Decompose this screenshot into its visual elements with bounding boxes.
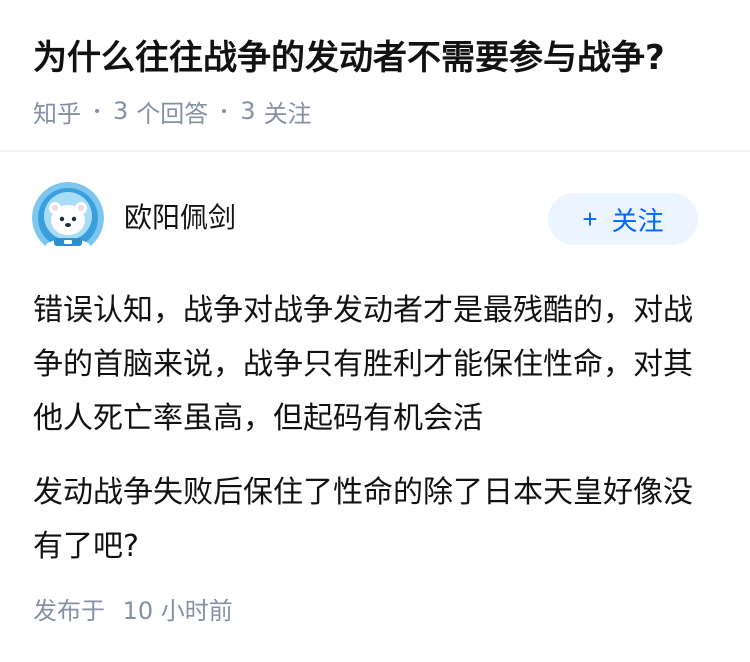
posted-label: 发布于 xyxy=(33,597,105,625)
separator-dot xyxy=(222,109,227,113)
source-label[interactable]: 知乎 xyxy=(33,94,81,129)
answers-count: 3 xyxy=(113,97,129,125)
follow-button-label: 关注 xyxy=(611,205,664,236)
author-avatar[interactable] xyxy=(32,182,104,254)
separator-dot xyxy=(95,109,99,113)
question-title[interactable]: 为什么往往战争的发动者不需要参与战争? xyxy=(33,34,665,82)
followers-count: 3 xyxy=(240,97,256,125)
follow-button[interactable]: + 关注 xyxy=(548,193,698,245)
posted-time: 10 小时前 xyxy=(122,597,233,625)
answer-paragraph: 错误认知，战争对战争发动者才是最残酷的，对战争的首脑来说，战争只有胜利才能保住性… xyxy=(33,293,693,436)
question-meta: 知乎 3 个回答 3 关注 xyxy=(33,94,312,128)
astronaut-avatar-icon xyxy=(32,182,104,254)
answer-page: 为什么往往战争的发动者不需要参与战争? 知乎 3 个回答 3 关注 欧阳佩剑 +… xyxy=(0,0,750,662)
answer-content: 错误认知，战争对战争发动者才是最残酷的，对战争的首脑来说，战争只有胜利才能保住性… xyxy=(33,284,713,574)
answer-paragraph: 发动战争失败后保住了性命的除了日本天皇好像没有了吧? xyxy=(33,475,693,564)
section-divider xyxy=(0,150,750,152)
author-name[interactable]: 欧阳佩剑 xyxy=(124,200,236,236)
followers-label[interactable]: 关注 xyxy=(264,94,312,129)
plus-icon: + xyxy=(582,204,598,234)
answers-label[interactable]: 个回答 xyxy=(136,94,208,129)
post-time: 发布于 10 小时前 xyxy=(33,594,233,628)
